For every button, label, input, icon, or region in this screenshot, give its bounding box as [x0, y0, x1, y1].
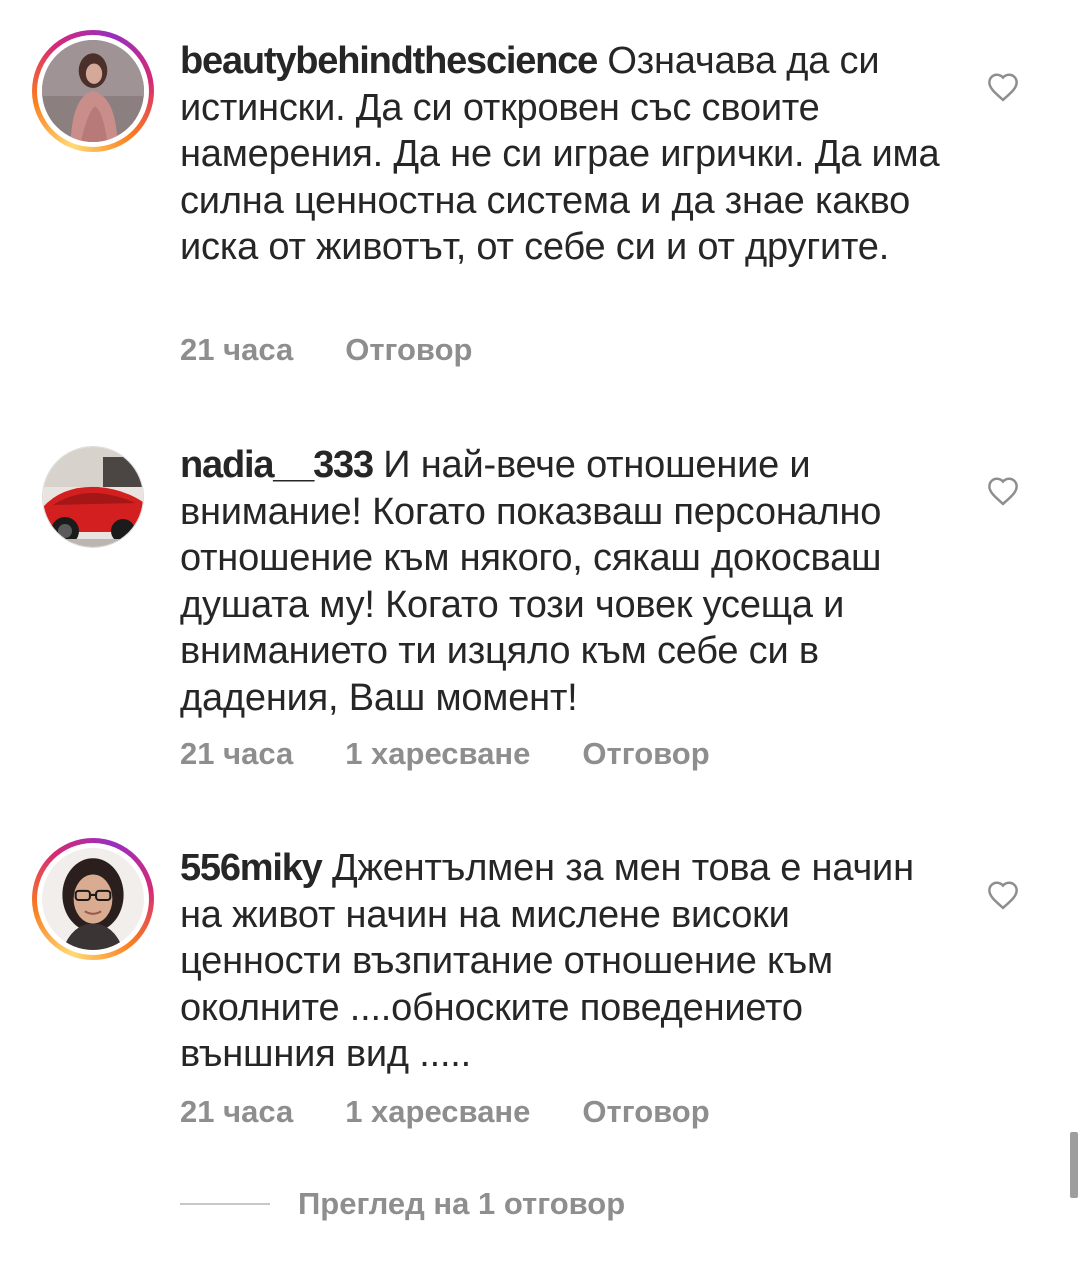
comment-time: 21 часа: [180, 332, 294, 367]
comment-time: 21 часа: [180, 736, 294, 771]
comment-meta: 21 часа 1 харесване Отговор: [180, 736, 762, 772]
avatar-photo-woman-pink: [42, 40, 144, 142]
comment-username[interactable]: nadia__333: [180, 444, 374, 486]
heart-icon[interactable]: [986, 72, 1020, 102]
reply-button[interactable]: Отговор: [582, 1094, 709, 1129]
comment-username[interactable]: 556miky: [180, 847, 323, 889]
avatar-photo-red-car: [43, 447, 143, 547]
avatar[interactable]: [32, 838, 154, 960]
likes-count[interactable]: 1 харесване: [345, 1094, 530, 1129]
reply-button[interactable]: Отговор: [345, 332, 472, 367]
comment-body: nadia__333 И най-вече отношение и вниман…: [180, 442, 950, 721]
view-replies-label: Преглед на 1 отговор: [298, 1186, 626, 1221]
scrollbar-thumb[interactable]: [1070, 1132, 1078, 1198]
comment-body: 556miky Джентълмен за мен това е начин н…: [180, 845, 950, 1078]
replies-divider-line: [180, 1203, 270, 1205]
comment-meta: 21 часа Отговор: [180, 332, 524, 368]
comment-time: 21 часа: [180, 1094, 294, 1129]
reply-button[interactable]: Отговор: [582, 736, 709, 771]
heart-icon[interactable]: [986, 880, 1020, 910]
avatar[interactable]: [42, 446, 144, 548]
likes-count[interactable]: 1 харесване: [345, 736, 530, 771]
comment-body: beautybehindthescience Означава да си ис…: [180, 38, 950, 271]
heart-icon[interactable]: [986, 476, 1020, 506]
avatar-photo-woman-glasses: [42, 848, 144, 950]
comment-meta: 21 часа 1 харесване Отговор: [180, 1094, 762, 1130]
comment-username[interactable]: beautybehindthescience: [180, 40, 598, 82]
view-replies-button[interactable]: Преглед на 1 отговор: [180, 1184, 625, 1224]
avatar[interactable]: [32, 30, 154, 152]
